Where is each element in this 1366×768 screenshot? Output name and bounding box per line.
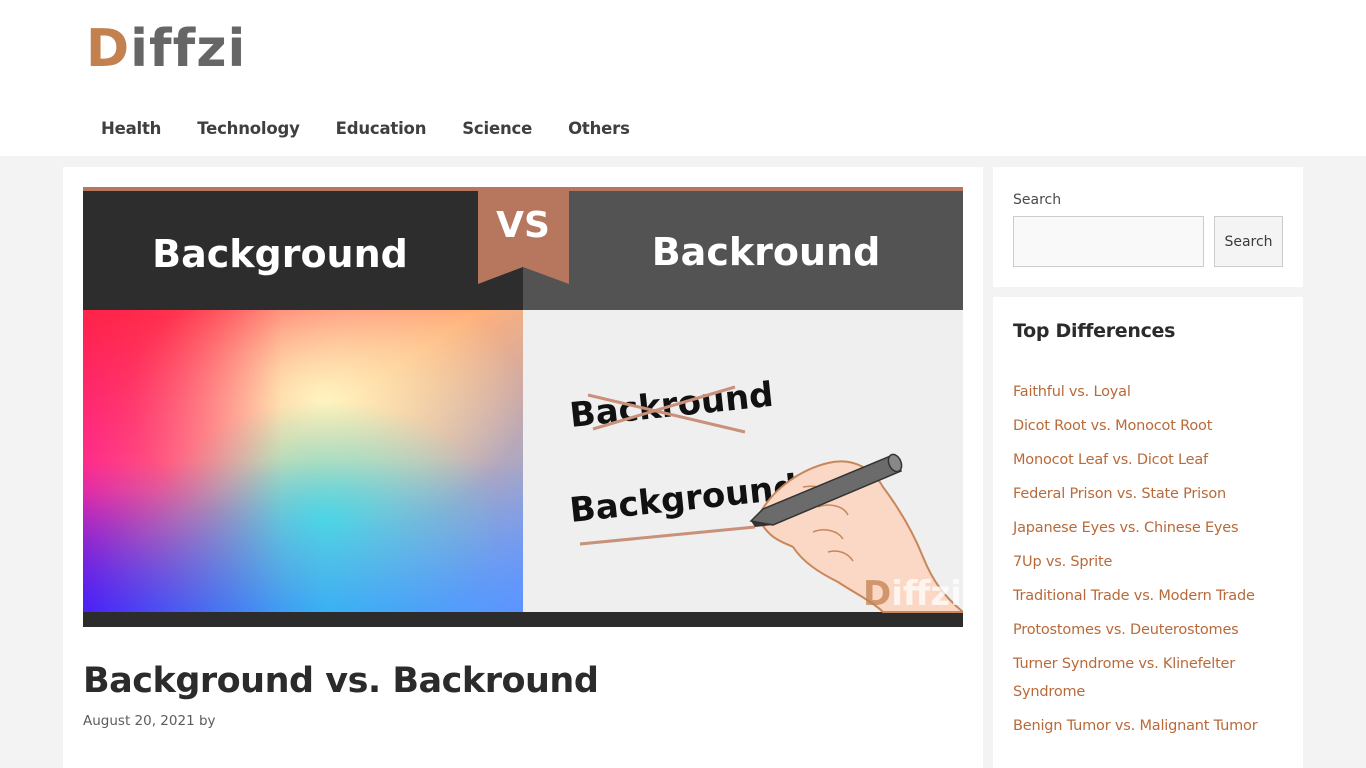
featured-image: VS Background Backround Backround Backgr… bbox=[83, 187, 963, 627]
list-item: Japanese Eyes vs. Chinese Eyes bbox=[1013, 514, 1283, 542]
list-item: Protostomes vs. Deuterostomes bbox=[1013, 616, 1283, 644]
site-header: Diffzi Health Technology Education Scien… bbox=[0, 0, 1366, 156]
right-heading: Backround bbox=[652, 230, 881, 274]
top-differences-widget: Top Differences Faithful vs. Loyal Dicot… bbox=[993, 297, 1303, 768]
list-item: Turner Syndrome vs. Klinefelter Syndrome bbox=[1013, 650, 1283, 706]
featured-image-graphic: VS Background Backround Backround Backgr… bbox=[83, 187, 963, 627]
nav-item-others[interactable]: Others bbox=[550, 119, 648, 138]
list-item: 7Up vs. Sprite bbox=[1013, 548, 1283, 576]
widget-title: Top Differences bbox=[1013, 320, 1176, 342]
watermark: Diffzi bbox=[863, 574, 962, 614]
article-card: VS Background Backround Backround Backgr… bbox=[63, 167, 983, 768]
article-title: Background vs. Backround bbox=[83, 661, 599, 701]
diff-link[interactable]: Monocot Leaf vs. Dicot Leaf bbox=[1013, 452, 1208, 468]
list-item: Federal Prison vs. State Prison bbox=[1013, 480, 1283, 508]
list-item: Monocot Leaf vs. Dicot Leaf bbox=[1013, 446, 1283, 474]
gradient-panel bbox=[83, 310, 523, 612]
diff-link[interactable]: Benign Tumor vs. Malignant Tumor bbox=[1013, 718, 1258, 734]
logo-rest: iffzi bbox=[130, 19, 247, 79]
article-meta: August 20, 2021 by bbox=[83, 713, 216, 729]
site-logo[interactable]: Diffzi bbox=[86, 18, 247, 79]
diff-link[interactable]: Turner Syndrome vs. Klinefelter Syndrome bbox=[1013, 656, 1235, 700]
main-nav: Health Technology Education Science Othe… bbox=[83, 104, 648, 152]
list-item: Dicot Root vs. Monocot Root bbox=[1013, 412, 1283, 440]
search-label: Search bbox=[1013, 192, 1062, 208]
diff-link[interactable]: Faithful vs. Loyal bbox=[1013, 384, 1131, 400]
search-input[interactable] bbox=[1013, 216, 1204, 267]
list-item: Benign Tumor vs. Malignant Tumor bbox=[1013, 712, 1283, 740]
nav-item-science[interactable]: Science bbox=[444, 119, 550, 138]
diff-link[interactable]: Japanese Eyes vs. Chinese Eyes bbox=[1013, 520, 1239, 536]
nav-item-technology[interactable]: Technology bbox=[179, 119, 317, 138]
diff-link[interactable]: 7Up vs. Sprite bbox=[1013, 554, 1112, 570]
diff-link[interactable]: Protostomes vs. Deuterostomes bbox=[1013, 622, 1239, 638]
nav-item-education[interactable]: Education bbox=[318, 119, 445, 138]
top-differences-list: Faithful vs. Loyal Dicot Root vs. Monoco… bbox=[1013, 378, 1283, 746]
list-item: Faithful vs. Loyal bbox=[1013, 378, 1283, 406]
logo-initial: D bbox=[86, 19, 131, 79]
search-button[interactable]: Search bbox=[1214, 216, 1283, 267]
diff-link[interactable]: Federal Prison vs. State Prison bbox=[1013, 486, 1226, 502]
list-item: Traditional Trade vs. Modern Trade bbox=[1013, 582, 1283, 610]
search-widget: Search Search bbox=[993, 167, 1303, 287]
diff-link[interactable]: Traditional Trade vs. Modern Trade bbox=[1013, 588, 1255, 604]
left-heading: Background bbox=[152, 232, 408, 276]
nav-item-health[interactable]: Health bbox=[83, 119, 179, 138]
diff-link[interactable]: Dicot Root vs. Monocot Root bbox=[1013, 418, 1212, 434]
vs-label: VS bbox=[496, 205, 550, 246]
